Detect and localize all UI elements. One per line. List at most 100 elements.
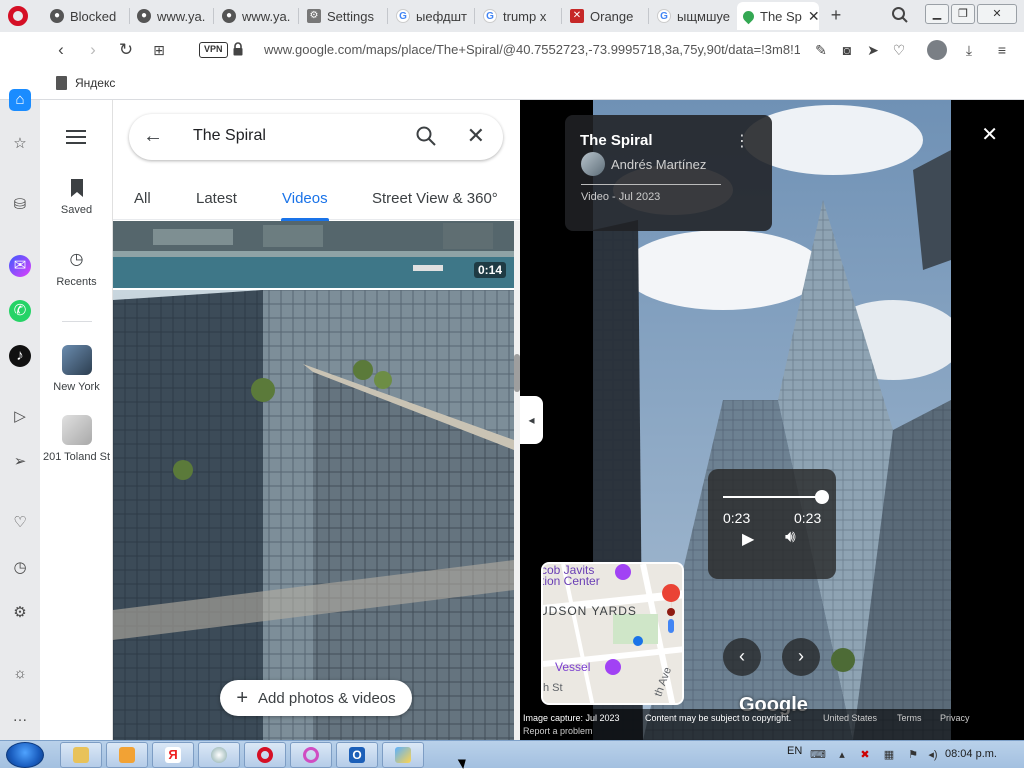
minimize-window-button[interactable]: ▁ bbox=[925, 4, 949, 24]
send-icon[interactable]: ➤ bbox=[864, 41, 882, 59]
taskbar-opera-gx[interactable] bbox=[290, 742, 332, 768]
seek-handle[interactable] bbox=[815, 490, 829, 504]
new-tab-button[interactable]: + bbox=[826, 5, 846, 25]
tab-grid-icon[interactable]: ⊞ bbox=[149, 40, 169, 60]
tab-orange[interactable]: ✕ Orange bbox=[564, 2, 648, 30]
privacy-link[interactable]: Privacy bbox=[940, 713, 970, 723]
add-photos-videos-button[interactable]: + Add photos & videos bbox=[220, 680, 412, 716]
tab-search-2[interactable]: G trump x bbox=[477, 2, 561, 30]
tab-yandex-1[interactable]: ● www.ya. bbox=[131, 2, 213, 30]
tab-videos[interactable]: Videos bbox=[282, 190, 328, 207]
search-icon[interactable] bbox=[415, 125, 437, 147]
tab-yandex-2[interactable]: ● www.ya. bbox=[216, 2, 298, 30]
lock-icon[interactable] bbox=[233, 42, 243, 56]
forward-button[interactable]: › bbox=[83, 40, 103, 60]
menu-icon[interactable] bbox=[66, 129, 86, 145]
easy-setup-icon[interactable]: ≡ bbox=[993, 41, 1011, 59]
taskbar-explorer[interactable] bbox=[60, 742, 102, 768]
previous-arrow-icon[interactable]: ‹ bbox=[723, 638, 761, 676]
history-icon: ◷ bbox=[69, 251, 84, 268]
back-arrow-icon[interactable]: ← bbox=[143, 125, 163, 148]
url-field[interactable]: www.google.com/maps/place/The+Spiral/@40… bbox=[264, 42, 800, 57]
whatsapp-icon[interactable]: ✆ bbox=[9, 300, 31, 322]
tab-blocked[interactable]: ● Blocked bbox=[44, 2, 130, 30]
recents-label: Recents bbox=[56, 276, 97, 288]
tab-latest[interactable]: Latest bbox=[196, 190, 237, 207]
player-icon[interactable]: ▷ bbox=[9, 406, 31, 428]
author-avatar[interactable] bbox=[581, 152, 605, 176]
taskbar-app[interactable] bbox=[198, 742, 240, 768]
more-icon[interactable]: … bbox=[9, 706, 31, 728]
tab-the-spiral[interactable]: The Sp ✕ bbox=[737, 2, 819, 30]
download-icon[interactable]: ⤓ bbox=[960, 41, 978, 59]
recent-place-new-york[interactable]: New York bbox=[40, 345, 113, 393]
close-window-button[interactable]: ✕ bbox=[977, 4, 1017, 24]
globe-icon: ● bbox=[137, 9, 151, 23]
country-label: United States bbox=[823, 713, 878, 723]
tips-bulb-icon[interactable]: ☼ bbox=[9, 663, 31, 685]
keyboard-icon[interactable]: ⌨ bbox=[810, 748, 826, 762]
clock[interactable]: 08:04 p.m. bbox=[945, 748, 997, 760]
network-icon[interactable]: ▦ bbox=[882, 748, 896, 762]
close-viewer-icon[interactable]: ✕ bbox=[981, 122, 998, 147]
video-thumbnail-selected[interactable] bbox=[113, 290, 514, 740]
saved-button[interactable]: Saved bbox=[40, 178, 113, 216]
pinboard-icon[interactable]: ☆ bbox=[9, 133, 31, 155]
tab-label: www.ya. bbox=[157, 8, 206, 24]
taskbar-paint[interactable] bbox=[382, 742, 424, 768]
tab-search-1[interactable]: G ыефдшт bbox=[390, 2, 474, 30]
maps-pin-icon bbox=[740, 8, 757, 24]
opera-menu-icon[interactable] bbox=[8, 6, 28, 26]
collapse-panel-button[interactable]: ◂ bbox=[520, 396, 543, 444]
flag-icon[interactable]: ⚑ bbox=[906, 748, 920, 762]
close-tab-icon[interactable]: ✕ bbox=[808, 8, 819, 25]
heart-icon[interactable]: ♡ bbox=[890, 41, 908, 59]
vpn-badge[interactable]: VPN bbox=[199, 42, 228, 58]
bookmark-yandex[interactable]: Яндекс bbox=[56, 76, 115, 90]
tab-street-view[interactable]: Street View & 360° bbox=[372, 190, 498, 207]
tab-all[interactable]: All bbox=[134, 190, 151, 207]
recents-button[interactable]: ◷ Recents bbox=[40, 250, 113, 288]
tab-label: ыефдшт bbox=[416, 8, 467, 24]
tab-search-3[interactable]: G ыщмшуе bbox=[651, 2, 735, 30]
author-name[interactable]: Andrés Martínez bbox=[611, 157, 706, 172]
tiktok-icon[interactable]: ♪ bbox=[9, 345, 31, 367]
profile-avatar-icon[interactable] bbox=[927, 40, 947, 60]
history-icon[interactable]: ◷ bbox=[9, 557, 31, 579]
search-input[interactable]: The Spiral bbox=[193, 127, 266, 145]
more-options-icon[interactable]: ⋮ bbox=[734, 131, 750, 151]
tab-settings[interactable]: ⚙ Settings bbox=[301, 2, 387, 30]
messenger-icon[interactable]: ✉ bbox=[9, 255, 31, 277]
report-problem-link[interactable]: Report a problem bbox=[523, 726, 593, 736]
clear-search-icon[interactable]: ✕ bbox=[467, 123, 485, 149]
seek-bar[interactable] bbox=[723, 496, 822, 498]
terms-link[interactable]: Terms bbox=[897, 713, 922, 723]
show-hidden-icons[interactable]: ▴ bbox=[835, 748, 849, 762]
start-button[interactable] bbox=[6, 742, 44, 768]
edit-icon[interactable]: ✎ bbox=[812, 41, 830, 59]
taskbar-opera[interactable] bbox=[244, 742, 286, 768]
minimap[interactable]: cob Javits tion Center UDSON YARDS Vesse… bbox=[541, 562, 684, 705]
reload-button[interactable]: ↻ bbox=[116, 40, 136, 60]
taskbar-outlook[interactable]: O bbox=[336, 742, 378, 768]
bookmarks-heart-icon[interactable]: ♡ bbox=[9, 512, 31, 534]
back-button[interactable]: ‹ bbox=[51, 40, 71, 60]
language-indicator[interactable]: EN bbox=[787, 745, 802, 757]
recent-place-201-toland-st[interactable]: 201 Toland St bbox=[40, 415, 113, 463]
next-arrow-icon[interactable]: › bbox=[782, 638, 820, 676]
restore-window-button[interactable]: ❐ bbox=[951, 4, 975, 24]
security-icon[interactable]: ✖ bbox=[858, 748, 872, 762]
play-icon[interactable]: ▶ bbox=[742, 529, 754, 549]
search-tabs-icon[interactable] bbox=[891, 6, 909, 24]
shopping-icon[interactable]: ⛁ bbox=[9, 194, 31, 216]
camera-icon[interactable]: ◙ bbox=[838, 41, 856, 59]
taskbar-yandex[interactable]: Я bbox=[152, 742, 194, 768]
search-box[interactable]: ← The Spiral ✕ bbox=[129, 114, 503, 160]
taskbar-media-player[interactable] bbox=[106, 742, 148, 768]
send-icon[interactable]: ➢ bbox=[9, 451, 31, 473]
settings-icon[interactable]: ⚙ bbox=[9, 602, 31, 624]
volume-icon[interactable]: 🔊︎ bbox=[785, 527, 796, 547]
video-thumbnail[interactable]: 0:14 bbox=[113, 221, 514, 288]
home-icon[interactable]: ⌂ bbox=[9, 89, 31, 111]
volume-icon[interactable]: ◂) bbox=[926, 748, 940, 762]
